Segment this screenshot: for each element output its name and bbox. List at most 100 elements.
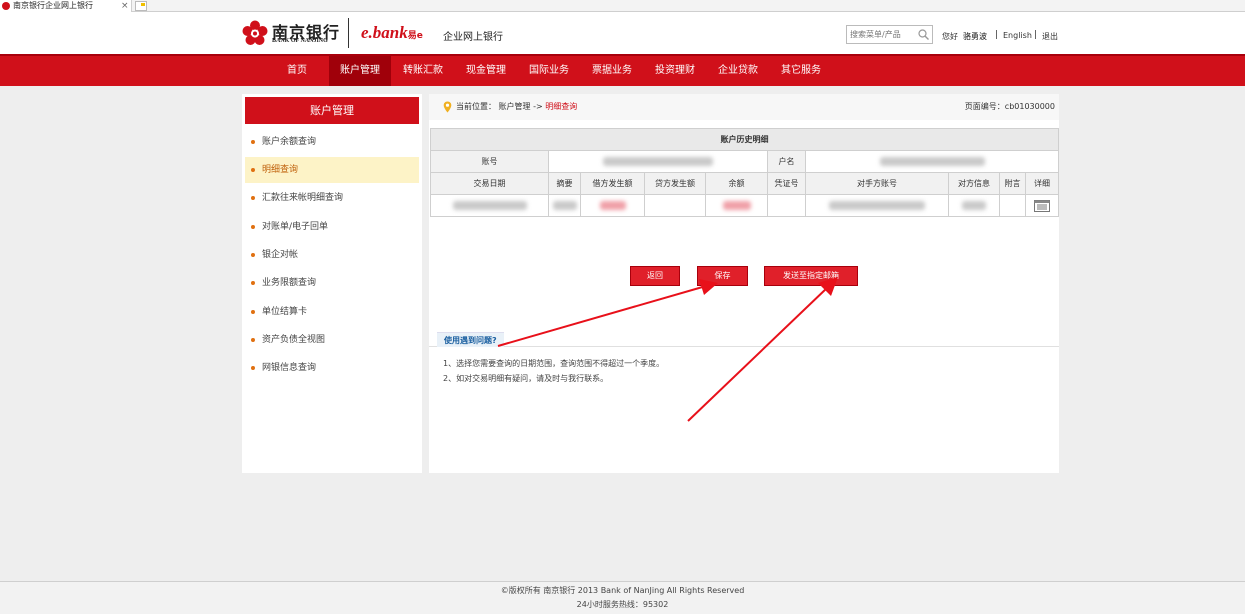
bullet-icon [251,310,255,314]
bullet-icon [251,366,255,370]
back-button[interactable]: 返回 [630,266,680,286]
ebank-logo-main: e.bank [361,23,408,42]
browser-tab-title: 南京银行企业网上银行 [13,1,93,10]
cell-counterparty-account [805,194,949,217]
column-header-credit: 贷方发生额 [644,172,706,195]
service-hotline: 24小时服务热线：95302 [576,600,669,609]
nav-item-home[interactable]: 首页 [278,56,316,86]
bullet-icon [251,196,255,200]
sidebar-item-label: 明细查询 [262,165,299,175]
details-icon[interactable] [1034,199,1051,212]
nav-item-transfer[interactable]: 转账汇款 [396,56,450,86]
close-tab-icon[interactable]: × [121,0,129,12]
redacted-value [722,201,751,210]
sidebar-item-detail-query[interactable]: 明细查询 [245,157,419,183]
help-tip: 1、选择您需要查询的日期范围，查询范围不得超过一个季度。 [443,359,665,368]
bank-favicon-icon [2,2,10,10]
sidebar-item-label: 网银信息查询 [262,363,317,373]
menu-search-input[interactable] [850,28,914,41]
account-number-label: 账号 [430,150,549,173]
account-name-value [804,150,1060,173]
bullet-icon [251,253,255,257]
redacted-account-name [879,157,985,166]
sidebar-item-label: 单位结算卡 [262,307,308,317]
nav-item-account-management[interactable]: 账户管理 [329,56,391,86]
browser-tab-strip: 南京银行企业网上银行 × [0,0,1245,12]
column-header-remark: 附言 [999,172,1026,195]
greeting-text: 您好 [942,32,958,41]
nav-item-international[interactable]: 国际业务 [522,56,576,86]
breadcrumb-current: 明细查询 [545,102,578,111]
bullet-icon [251,168,255,172]
cell-summary [548,194,581,217]
sidebar: 账户管理 账户余额查询 明细查询 汇款往来帐明细查询 对账单/电子回单 银企对帐… [242,94,422,473]
browser-tab[interactable]: 南京银行企业网上银行 × [0,0,132,12]
ebank-logo-sub: 易e [407,31,423,41]
cell-credit [644,194,706,217]
table-caption: 账户历史明细 [429,128,1060,151]
ebank-logo: e.bank易e [361,23,423,43]
cell-counterparty-info [948,194,1000,217]
header-separator: | [1034,30,1038,40]
sidebar-item-statement-receipt[interactable]: 对账单/电子回单 [245,214,419,240]
breadcrumb-path[interactable]: 账户管理 -> [499,102,543,111]
sidebar-item-label: 资产负债全视图 [262,335,326,345]
search-icon[interactable] [917,28,930,41]
sidebar-item-asset-liability-view[interactable]: 资产负债全视图 [245,327,419,353]
redacted-account-number [603,157,713,166]
save-button[interactable]: 保存 [697,266,748,286]
site-header: 南京银行 BANK OF NANJING e.bank易e 企业网上银行 您好 … [0,12,1245,54]
redacted-value [452,201,527,210]
nav-item-investment[interactable]: 投资理财 [648,56,702,86]
column-header-counterparty-info: 对方信息 [948,172,1000,195]
account-name-label: 户名 [767,150,806,173]
header-separator: | [995,30,999,40]
page-footer: ©版权所有 南京银行 2013 Bank of NanJing All Righ… [0,581,1245,614]
nav-item-other-services[interactable]: 其它服务 [774,56,828,86]
logo-divider [348,18,349,48]
table-row [430,194,1060,217]
column-header-details: 详细 [1024,172,1060,195]
bullet-icon [251,140,255,144]
send-to-email-button[interactable]: 发送至指定邮箱 [764,266,858,286]
logout-link[interactable]: 退出 [1042,31,1058,42]
sidebar-item-limit-query[interactable]: 业务限额查询 [245,270,419,296]
sidebar-item-remittance-detail[interactable]: 汇款往来帐明细查询 [245,185,419,211]
bullet-icon [251,225,255,229]
sidebar-item-balance-query[interactable]: 账户余额查询 [245,129,419,155]
redacted-value [599,201,626,210]
help-section: 使用遇到问题? [429,331,1059,347]
breadcrumb: 当前位置： 账户管理 -> 明细查询 页面编号：cb01030000 [429,94,1059,120]
nav-item-bills[interactable]: 票据业务 [585,56,639,86]
redacted-value [962,201,986,210]
nav-item-loans[interactable]: 企业贷款 [711,56,765,86]
breadcrumb-label: 当前位置： [456,102,496,111]
sidebar-item-ebank-info-query[interactable]: 网银信息查询 [245,355,419,381]
column-header-voucher: 凭证号 [767,172,806,195]
bullet-icon [251,281,255,285]
new-tab-icon[interactable] [135,1,147,11]
sidebar-item-settlement-card[interactable]: 单位结算卡 [245,299,419,325]
sidebar-title: 账户管理 [245,97,419,124]
bank-logo-icon [242,20,268,45]
sidebar-item-label: 对账单/电子回单 [262,222,329,232]
location-pin-icon [443,101,452,113]
user-name: 骆勇波 [963,32,987,41]
cell-details [1024,194,1060,217]
nav-item-cash-management[interactable]: 现金管理 [459,56,513,86]
main-content: 当前位置： 账户管理 -> 明细查询 页面编号：cb01030000 账户历史明… [429,94,1060,473]
bank-name-en: BANK OF NANJING [272,38,328,44]
english-link[interactable]: English [1003,31,1032,40]
redacted-value [829,201,925,210]
help-tip: 2、如对交易明细有疑问，请及时与我行联系。 [443,374,609,383]
help-tab[interactable]: 使用遇到问题? [437,332,504,347]
sidebar-item-label: 银企对帐 [262,250,299,260]
breadcrumb-text: 当前位置： 账户管理 -> 明细查询 [456,94,577,120]
column-header-balance: 余额 [705,172,768,195]
column-header-debit: 借方发生额 [580,172,645,195]
cell-voucher [767,194,806,217]
copyright-text: ©版权所有 南京银行 2013 Bank of NanJing All Righ… [500,586,745,595]
column-header-summary: 摘要 [548,172,581,195]
account-history-table: 账户历史明细 账号 户名 交易日期 摘要 借方发生额 贷方发生额 余额 凭证号 … [429,128,1060,217]
sidebar-item-reconciliation[interactable]: 银企对帐 [245,242,419,268]
